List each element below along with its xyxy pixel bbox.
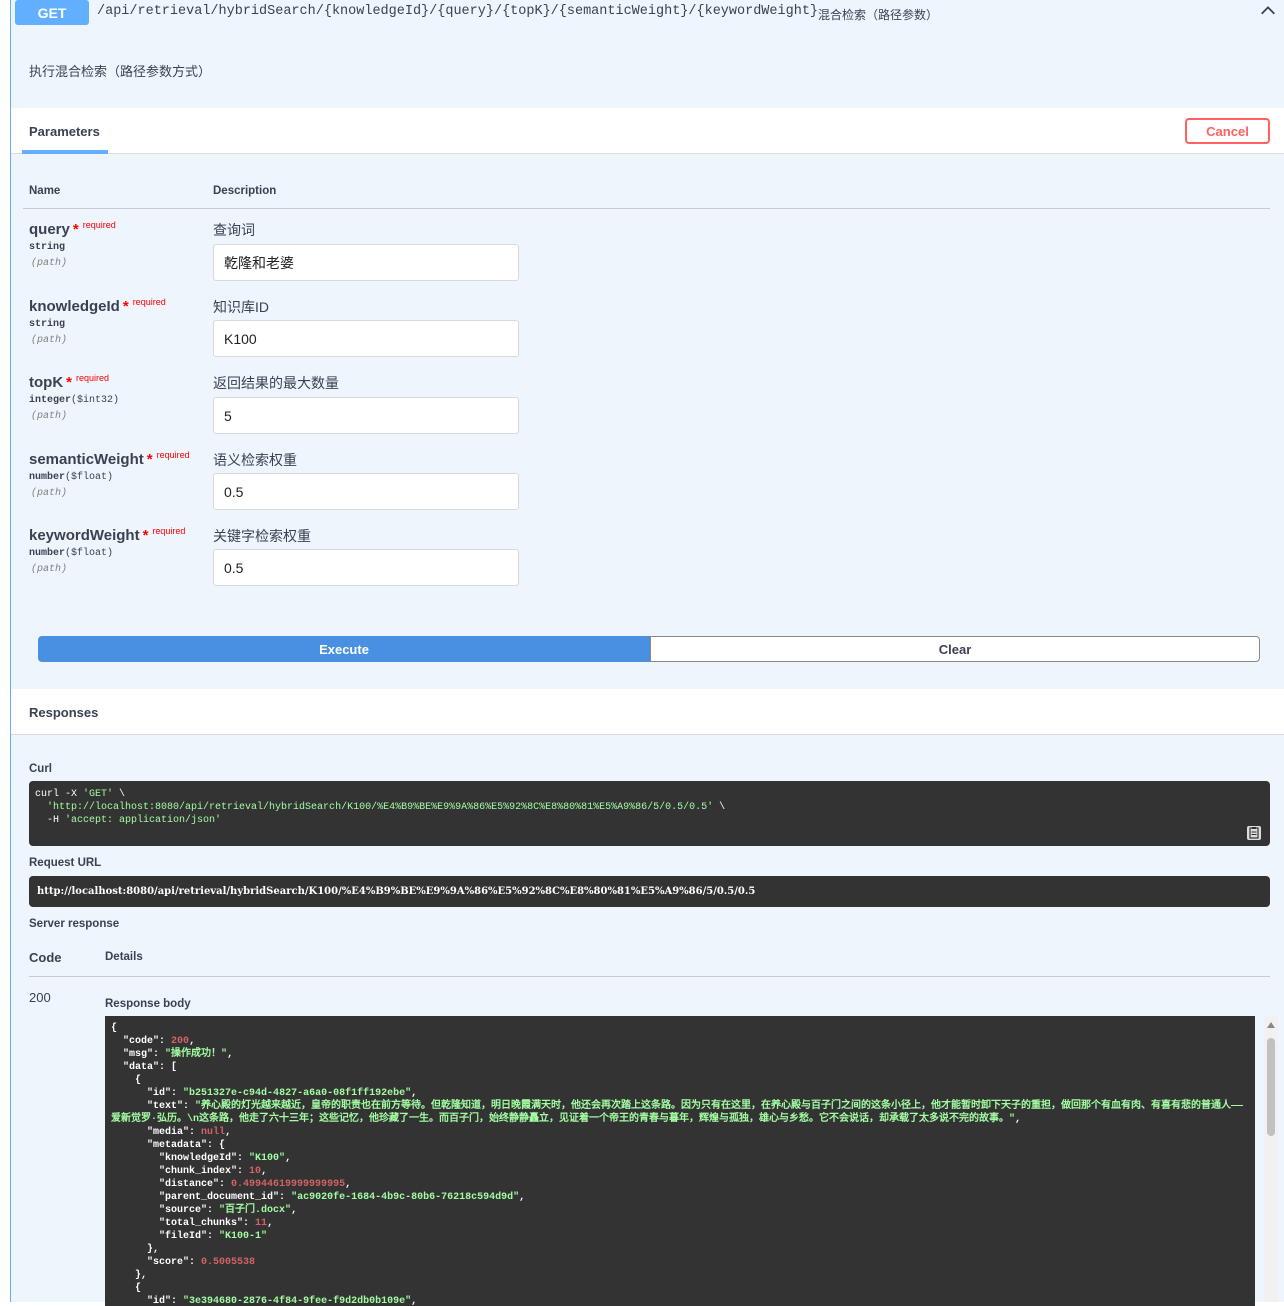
operation-description: 执行混合检索（路径参数方式） — [29, 64, 212, 79]
curl-command[interactable]: curl -X 'GET' \ 'http://localhost:8080/a… — [29, 781, 1270, 846]
column-header-description: Description — [213, 185, 277, 197]
scrollbar-thumb[interactable] — [1267, 1038, 1275, 1136]
column-header-name: Name — [29, 185, 61, 197]
keywordweight-input[interactable]: 0.5 — [213, 549, 519, 586]
parameter-location: (path) — [31, 335, 68, 346]
responses-title: Responses — [29, 705, 99, 720]
response-status-code: 200 — [29, 990, 51, 1005]
execute-button[interactable]: Execute — [38, 636, 650, 662]
parameter-type: number($float) — [29, 548, 114, 559]
chevron-up-icon[interactable] — [1259, 2, 1277, 20]
parameter-description: 查询词 — [213, 222, 255, 238]
responses-header: Responses — [11, 689, 1284, 735]
cancel-button[interactable]: Cancel — [1185, 118, 1270, 144]
parameter-type: integer($int32) — [29, 395, 120, 406]
parameter-type: number($float) — [29, 472, 114, 483]
endpoint-path: /api/retrieval/hybridSearch/{knowledgeId… — [97, 4, 819, 19]
operation-block: GET /api/retrieval/hybridSearch/{knowled… — [10, 0, 1284, 1306]
parameter-type: string — [29, 319, 66, 330]
topk-input[interactable]: 5 — [213, 397, 519, 434]
copy-icon[interactable] — [1246, 825, 1262, 841]
divider — [23, 208, 1270, 209]
parameter-location: (path) — [31, 411, 68, 422]
active-tab-indicator — [22, 150, 108, 154]
parameter-name: topK * required — [29, 373, 110, 391]
parameter-description: 语义检索权重 — [213, 452, 297, 468]
parameters-section: Name Description query * required string (… — [11, 155, 1284, 689]
scroll-up-arrow-icon[interactable] — [1267, 1022, 1275, 1028]
parameter-description: 知识库ID — [213, 299, 269, 315]
code-column-header: Code — [29, 950, 62, 965]
http-method-badge: GET — [15, 0, 89, 25]
query-input[interactable]: 乾隆和老婆 — [213, 244, 519, 281]
response-body-label: Response body — [105, 998, 191, 1010]
parameter-name: semanticWeight * required — [29, 450, 190, 468]
details-column-header: Details — [105, 951, 143, 963]
parameter-location: (path) — [31, 488, 68, 499]
request-url[interactable]: http://localhost:8080/api/retrieval/hybr… — [29, 876, 1270, 907]
endpoint-summary: 混合检索（路径参数） — [818, 8, 939, 22]
parameter-row-topk: topK * required integer($int32) (path) 返回结… — [29, 373, 1269, 450]
parameter-name: keywordWeight * required — [29, 526, 186, 544]
parameter-name: query * required — [29, 220, 116, 238]
parameter-row-semanticweight: semanticWeight * required number($float) (… — [29, 450, 1269, 527]
knowledgeid-input[interactable]: K100 — [213, 320, 519, 357]
parameter-type: string — [29, 242, 66, 253]
parameter-location: (path) — [31, 564, 68, 575]
tab-parameters[interactable]: Parameters — [29, 124, 100, 139]
parameter-name: knowledgeId * required — [29, 297, 166, 315]
parameter-description: 关键字检索权重 — [213, 528, 311, 544]
operation-summary[interactable]: GET /api/retrieval/hybridSearch/{knowled… — [11, 0, 1284, 26]
parameter-row-keywordweight: keywordWeight * required number($float) (p… — [29, 526, 1269, 603]
curl-label: Curl — [29, 763, 52, 775]
request-url-label: Request URL — [29, 857, 102, 869]
response-body-scrollbar[interactable] — [1264, 1016, 1278, 1302]
response-body[interactable]: { "code": 200, "msg": "操作成功！", "data": [… — [105, 1016, 1255, 1306]
server-response-label: Server response — [29, 918, 120, 930]
parameter-row-query: query * required string (path) 查询词 乾隆和老婆 — [29, 220, 1269, 297]
semanticweight-input[interactable]: 0.5 — [213, 473, 519, 510]
parameters-header: Parameters Cancel — [11, 108, 1284, 154]
parameter-row-knowledgeid: knowledgeId * required string (path) 知识库ID… — [29, 297, 1269, 374]
divider — [29, 976, 1270, 977]
parameter-description: 返回结果的最大数量 — [213, 375, 339, 391]
parameter-location: (path) — [31, 258, 68, 269]
action-buttons: Execute Clear — [38, 636, 1260, 662]
clear-button[interactable]: Clear — [650, 636, 1260, 662]
